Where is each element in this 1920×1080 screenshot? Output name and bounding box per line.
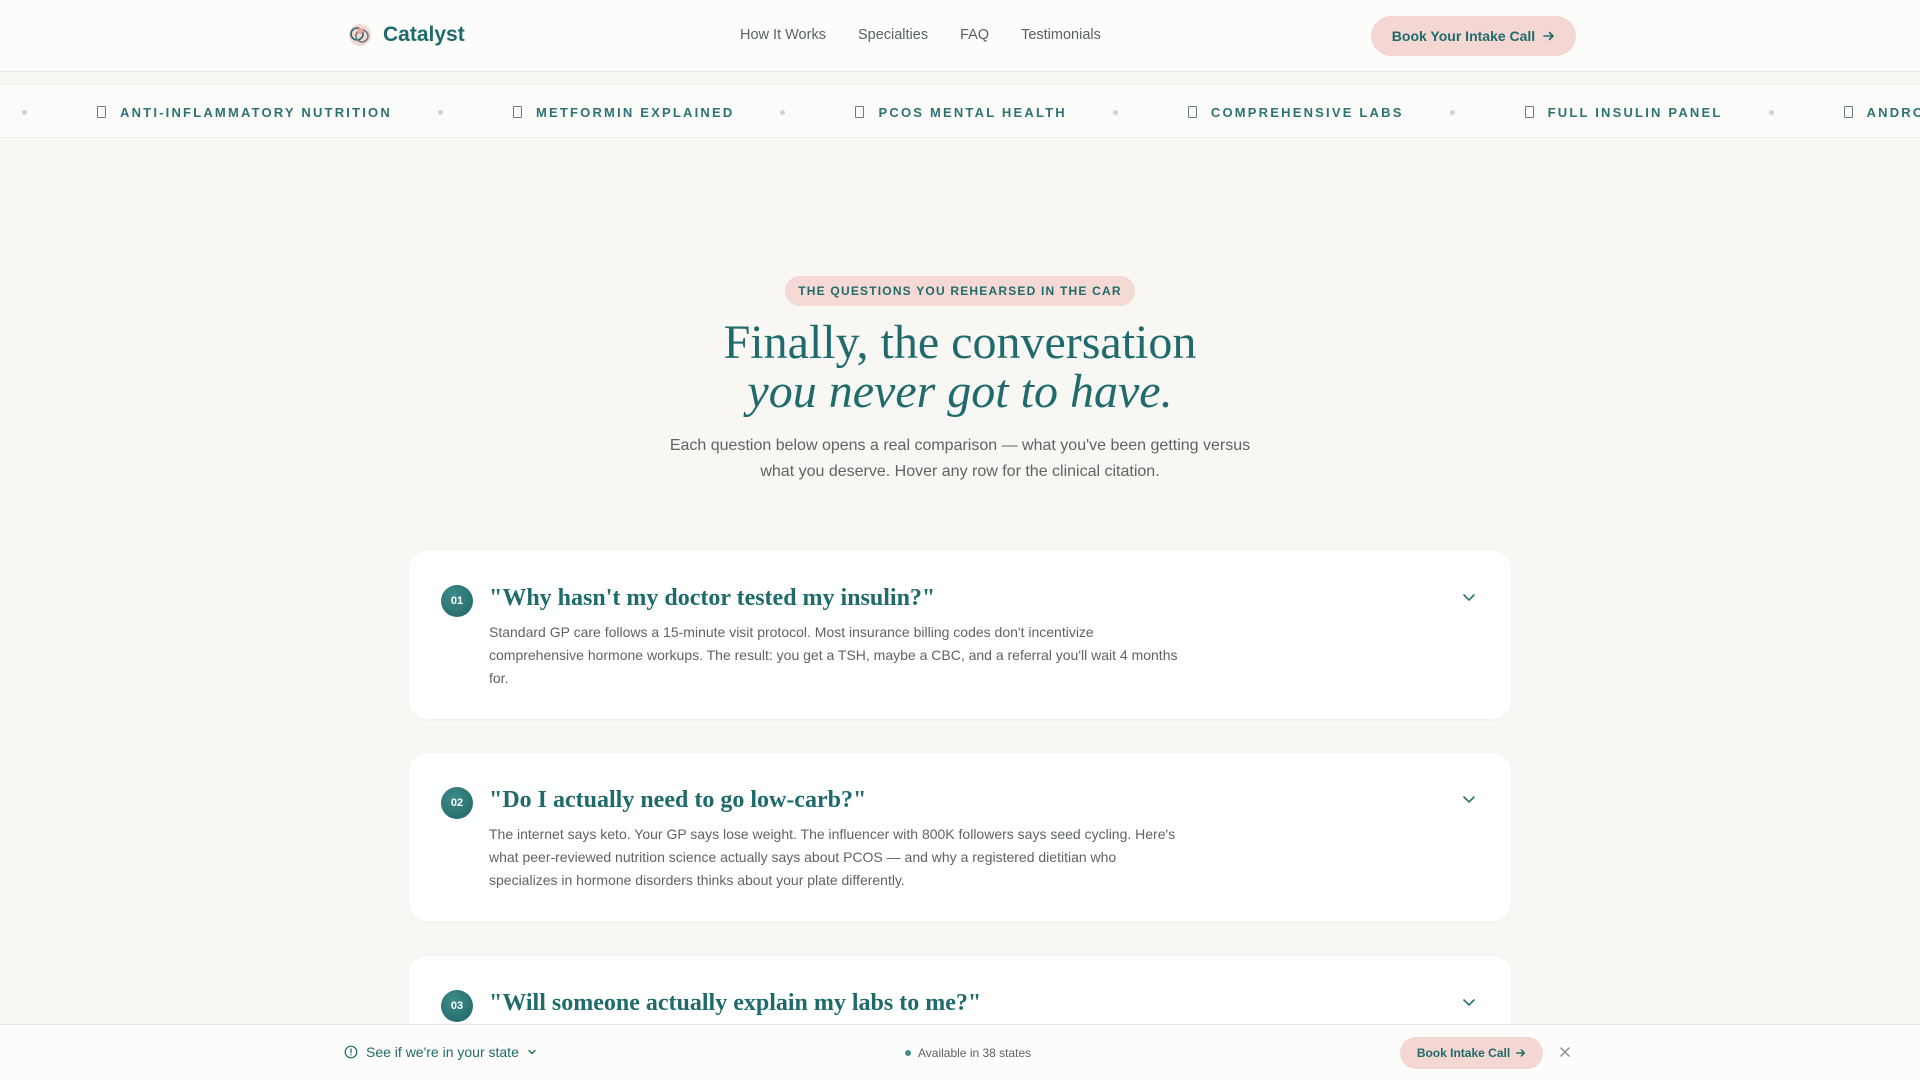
ticker-item: ANTI-INFLAMMATORY NUTRITION bbox=[97, 105, 392, 120]
main-nav: How It Works Specialties FAQ Testimonial… bbox=[740, 27, 1101, 43]
book-intake-call-label: Book Your Intake Call bbox=[1391, 28, 1536, 44]
faq-question[interactable]: "Do I actually need to go low-carb?" bbox=[489, 787, 866, 814]
arrow-right-icon bbox=[1516, 1049, 1526, 1057]
faq-number-badge: 02 bbox=[441, 787, 473, 819]
book-intake-call-sticky-button[interactable]: Book Intake Call bbox=[1400, 1037, 1543, 1069]
ticker-separator-dot bbox=[437, 109, 443, 115]
status-dot-icon bbox=[905, 1050, 911, 1056]
faq-answer: Standard GP care follows a 15-minute vis… bbox=[489, 624, 1178, 686]
ticker-label: PCOS MENTAL HEALTH bbox=[878, 104, 1067, 120]
book-intake-call-button[interactable]: Book Your Intake Call bbox=[1371, 16, 1576, 56]
faq-number-badge: 03 bbox=[441, 990, 473, 1022]
close-icon[interactable] bbox=[1558, 1045, 1572, 1059]
ticker-label: ANDROGEN MAPPING bbox=[1866, 104, 1920, 120]
ticker-label: FULL INSULIN PANEL bbox=[1547, 104, 1723, 120]
topic-ticker: ANTI-INFLAMMATORY NUTRITION METFORMIN EX… bbox=[0, 84, 1920, 138]
state-check-label: See if we're in your state bbox=[366, 1044, 519, 1060]
ticker-separator-dot bbox=[1768, 109, 1774, 115]
hero-title: Finally, the conversation you never got … bbox=[560, 318, 1360, 416]
state-check-dropdown[interactable]: See if we're in your state bbox=[344, 1044, 537, 1060]
book-intake-call-sticky-label: Book Intake Call bbox=[1416, 1046, 1511, 1060]
site-header: Catalyst How It Works Specialties FAQ Te… bbox=[0, 0, 1920, 72]
faq-number-badge: 01 bbox=[441, 585, 473, 617]
bookmark-icon bbox=[1843, 106, 1853, 118]
faq-item-01[interactable]: 01 "Why hasn't my doctor tested my insul… bbox=[409, 551, 1511, 719]
hero-title-line2: you never got to have. bbox=[747, 365, 1173, 418]
chevron-down-icon[interactable] bbox=[1461, 589, 1477, 605]
ticker-label: ANTI-INFLAMMATORY NUTRITION bbox=[120, 104, 392, 120]
ticker-item: PCOS MENTAL HEALTH bbox=[855, 105, 1066, 120]
nav-how-it-works[interactable]: How It Works bbox=[740, 27, 826, 43]
availability-status: Available in 38 states bbox=[905, 1046, 1031, 1060]
sticky-bottom-bar: See if we're in your state Available in … bbox=[0, 1024, 1920, 1080]
ticker-track: ANTI-INFLAMMATORY NUTRITION METFORMIN EX… bbox=[22, 85, 1920, 137]
brand-name: Catalyst bbox=[383, 23, 465, 46]
chevron-down-icon bbox=[528, 1049, 536, 1055]
chevron-down-icon[interactable] bbox=[1461, 994, 1477, 1010]
ticker-separator-dot bbox=[780, 109, 786, 115]
section-eyebrow-badge: THE QUESTIONS YOU REHEARSED IN THE CAR bbox=[785, 276, 1135, 306]
ticker-item: ANDROGEN MAPPING bbox=[1843, 104, 1920, 120]
bookmark-icon bbox=[1187, 106, 1197, 118]
brand-logo[interactable]: Catalyst bbox=[347, 22, 465, 48]
ticker-item: FULL INSULIN PANEL bbox=[1524, 104, 1723, 120]
catalyst-logo-icon bbox=[349, 24, 371, 46]
bookmark-icon bbox=[512, 106, 522, 118]
ticker-separator-dot bbox=[1112, 109, 1118, 115]
faq-item-02[interactable]: 02 "Do I actually need to go low-carb?" … bbox=[409, 753, 1511, 921]
ticker-label: METFORMIN EXPLAINED bbox=[535, 104, 735, 120]
ticker-separator-dot bbox=[22, 109, 27, 115]
info-circle-icon bbox=[344, 1045, 358, 1059]
faq-question[interactable]: "Will someone actually explain my labs t… bbox=[489, 990, 981, 1017]
faq-question[interactable]: "Why hasn't my doctor tested my insulin?… bbox=[489, 585, 935, 612]
nav-testimonials[interactable]: Testimonials bbox=[1021, 27, 1101, 43]
hero-title-line1: Finally, the conversation bbox=[723, 316, 1197, 369]
ticker-label: COMPREHENSIVE LABS bbox=[1210, 104, 1404, 120]
bookmark-icon bbox=[1524, 106, 1534, 118]
availability-label: Available in 38 states bbox=[918, 1046, 1032, 1060]
arrow-right-icon bbox=[1543, 31, 1555, 41]
nav-specialties[interactable]: Specialties bbox=[858, 27, 928, 43]
ticker-separator-dot bbox=[1449, 109, 1455, 115]
nav-faq[interactable]: FAQ bbox=[960, 27, 989, 43]
ticker-item: COMPREHENSIVE LABS bbox=[1187, 104, 1404, 120]
faq-answer: The internet says keto. Your GP says los… bbox=[489, 826, 1176, 888]
bookmark-icon bbox=[97, 106, 106, 118]
hero-subtitle: Each question below opens a real compari… bbox=[669, 437, 1251, 480]
chevron-down-icon[interactable] bbox=[1461, 791, 1477, 807]
bookmark-icon bbox=[855, 106, 865, 118]
ticker-item: METFORMIN EXPLAINED bbox=[512, 104, 735, 120]
